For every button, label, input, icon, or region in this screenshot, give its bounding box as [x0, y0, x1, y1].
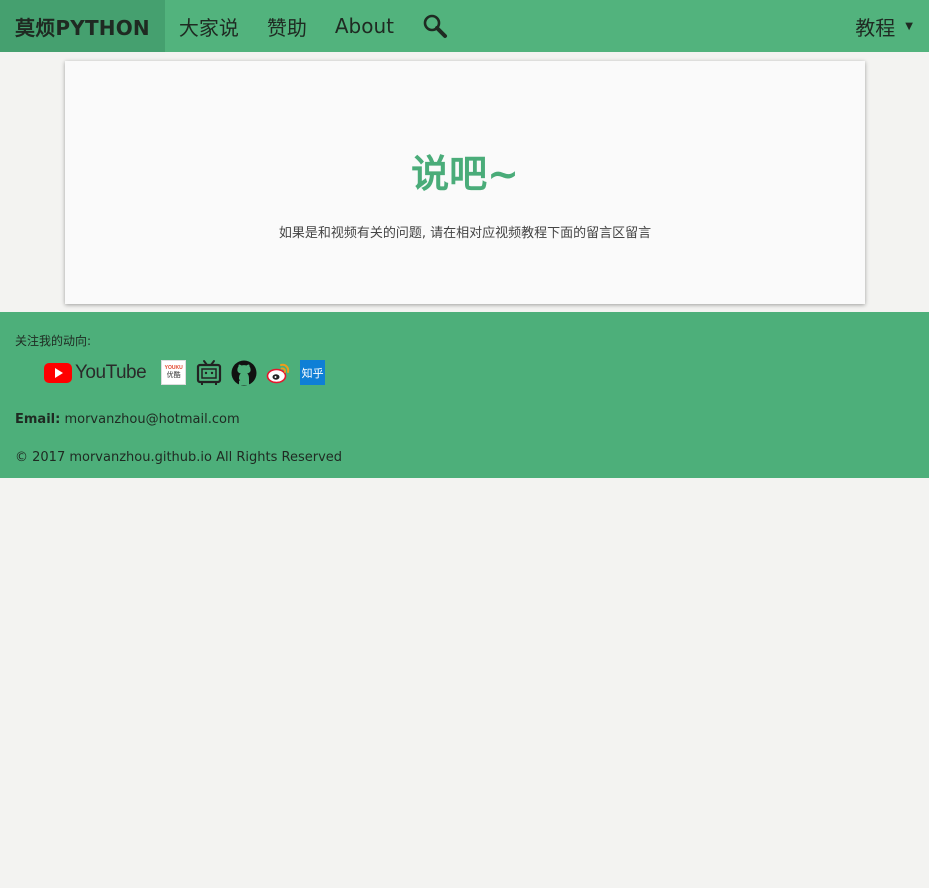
github-icon[interactable] — [231, 360, 257, 386]
youtube-icon — [44, 362, 72, 383]
youku-bottom-text: 优酷 — [166, 371, 181, 379]
youtube-wordmark: YouTube — [75, 361, 147, 383]
nav-item-about[interactable]: About — [321, 0, 408, 52]
search-icon — [423, 14, 448, 38]
video-question-note: 如果是和视频有关的问题, 请在相对应视频教程下面的留言区留言 — [278, 226, 652, 241]
nav-item-discuss[interactable]: 大家说 — [165, 0, 253, 52]
page-title: 说吧~ — [411, 152, 519, 196]
footer: 关注我的动向: YouTube YOUKU 优酷 知乎 Email: morva… — [0, 312, 929, 478]
bilibili-tv-icon[interactable] — [196, 359, 222, 386]
tutorials-dropdown[interactable]: 教程 ▼ — [855, 0, 929, 52]
copyright-text: © 2017 morvanzhou.github.io All Rights R… — [15, 450, 343, 465]
brand-logo[interactable]: 莫烦PYTHON — [0, 0, 165, 52]
top-navbar: 莫烦PYTHON 大家说 赞助 About 教程 ▼ — [0, 0, 929, 52]
youku-icon[interactable]: YOUKU 优酷 — [161, 360, 187, 385]
nav-item-sponsor[interactable]: 赞助 — [253, 0, 321, 52]
email-label: Email: — [15, 412, 61, 427]
search-button[interactable] — [408, 0, 462, 52]
tutorials-label: 教程 — [855, 15, 896, 40]
email-value[interactable]: morvanzhou@hotmail.com — [64, 412, 239, 427]
zhihu-icon[interactable]: 知乎 — [300, 360, 326, 385]
chevron-down-icon: ▼ — [905, 20, 913, 32]
main-card: 说吧~ 如果是和视频有关的问题, 请在相对应视频教程下面的留言区留言 — [65, 61, 865, 304]
social-links: YouTube YOUKU 优酷 知乎 — [44, 359, 326, 386]
follow-label: 关注我的动向: — [15, 334, 92, 348]
weibo-icon[interactable] — [266, 360, 292, 386]
contact-email: Email: morvanzhou@hotmail.com — [15, 412, 240, 427]
youtube-link[interactable]: YouTube — [44, 361, 147, 384]
